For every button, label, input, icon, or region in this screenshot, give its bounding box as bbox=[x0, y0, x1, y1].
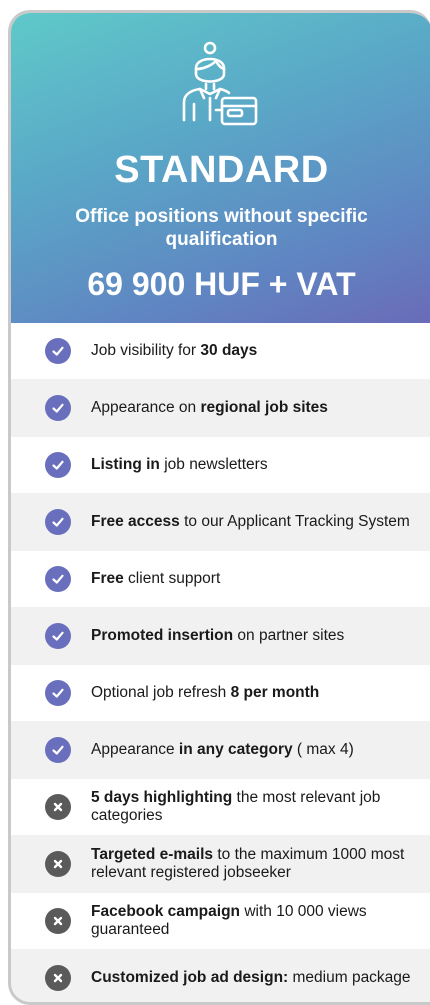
feature-text: Targeted e-mails to the maximum 1000 mos… bbox=[91, 846, 418, 882]
feature-text-bold: Promoted insertion bbox=[91, 627, 234, 644]
feature-list: Job visibility for 30 days Appearance on … bbox=[11, 323, 430, 1002]
pricing-card: STANDARD Office positions without specif… bbox=[8, 10, 430, 1005]
feature-text-part: Appearance bbox=[91, 741, 179, 758]
feature-text: Customized job ad design: medium package bbox=[91, 969, 411, 987]
feature-text: Job visibility for 30 days bbox=[91, 342, 257, 360]
feature-text: Optional job refresh 8 per month bbox=[91, 684, 319, 702]
feature-row: Free access to our Applicant Tracking Sy… bbox=[11, 493, 430, 551]
feature-text: Facebook campaign with 10 000 views guar… bbox=[91, 903, 418, 939]
feature-text-bold: 5 days highlighting bbox=[91, 789, 233, 806]
office-worker-with-box-icon bbox=[176, 38, 268, 130]
feature-text-part: to our Applicant Tracking System bbox=[179, 513, 410, 530]
feature-text-part: medium package bbox=[288, 969, 411, 986]
cross-icon bbox=[45, 794, 71, 820]
feature-text-part: on partner sites bbox=[233, 627, 345, 644]
feature-text-bold: Targeted e-mails bbox=[91, 846, 214, 863]
feature-row: Listing in job newsletters bbox=[11, 437, 430, 493]
pricing-header: STANDARD Office positions without specif… bbox=[11, 13, 430, 323]
feature-row: 5 days highlighting the most relevant jo… bbox=[11, 779, 430, 835]
feature-text-bold: Facebook campaign bbox=[91, 903, 241, 920]
feature-row: Targeted e-mails to the maximum 1000 mos… bbox=[11, 835, 430, 893]
feature-text: Listing in job newsletters bbox=[91, 456, 268, 474]
feature-row: Appearance in any category ( max 4) bbox=[11, 721, 430, 779]
feature-text: 5 days highlighting the most relevant jo… bbox=[91, 789, 418, 825]
feature-text-bold: Free access bbox=[91, 513, 180, 530]
feature-row: Customized job ad design: medium package bbox=[11, 949, 430, 1002]
check-icon bbox=[45, 737, 71, 763]
feature-text: Free client support bbox=[91, 570, 220, 588]
feature-text: Free access to our Applicant Tracking Sy… bbox=[91, 513, 410, 531]
feature-text-bold: Listing in bbox=[91, 456, 160, 473]
feature-text: Appearance in any category ( max 4) bbox=[91, 741, 354, 759]
feature-text-bold: 30 days bbox=[200, 342, 258, 359]
feature-text-bold: in any category bbox=[178, 741, 293, 758]
check-icon bbox=[45, 680, 71, 706]
feature-text-part: Job visibility for bbox=[91, 342, 201, 359]
check-icon bbox=[45, 623, 71, 649]
feature-text: Appearance on regional job sites bbox=[91, 399, 328, 417]
check-icon bbox=[45, 395, 71, 421]
cross-icon bbox=[45, 965, 71, 991]
plan-subtitle: Office positions without specific qualif… bbox=[75, 206, 368, 250]
feature-row: Job visibility for 30 days bbox=[11, 323, 430, 379]
feature-text-part: Appearance on bbox=[91, 399, 201, 416]
feature-text-bold: Free bbox=[91, 570, 124, 587]
feature-text-bold: Customized job ad design: bbox=[91, 969, 289, 986]
check-icon bbox=[45, 566, 71, 592]
feature-row: Promoted insertion on partner sites bbox=[11, 607, 430, 665]
check-icon bbox=[45, 338, 71, 364]
feature-text-part: Optional job refresh bbox=[91, 684, 231, 701]
feature-row: Optional job refresh 8 per month bbox=[11, 665, 430, 721]
feature-row: Free client support bbox=[11, 551, 430, 607]
feature-row: Facebook campaign with 10 000 views guar… bbox=[11, 893, 430, 949]
cross-icon bbox=[45, 908, 71, 934]
feature-row: Appearance on regional job sites bbox=[11, 379, 430, 437]
feature-text-part: client support bbox=[123, 570, 221, 587]
plan-title: STANDARD bbox=[114, 149, 329, 191]
check-icon bbox=[45, 509, 71, 535]
feature-text-part: ( max 4) bbox=[292, 741, 354, 758]
feature-text-part: job newsletters bbox=[159, 456, 268, 473]
cross-icon bbox=[45, 851, 71, 877]
feature-text: Promoted insertion on partner sites bbox=[91, 627, 344, 645]
feature-text-bold: regional job sites bbox=[200, 399, 328, 416]
plan-price: 69 900 HUF + VAT bbox=[87, 266, 356, 302]
check-icon bbox=[45, 452, 71, 478]
feature-text-bold: 8 per month bbox=[230, 684, 320, 701]
